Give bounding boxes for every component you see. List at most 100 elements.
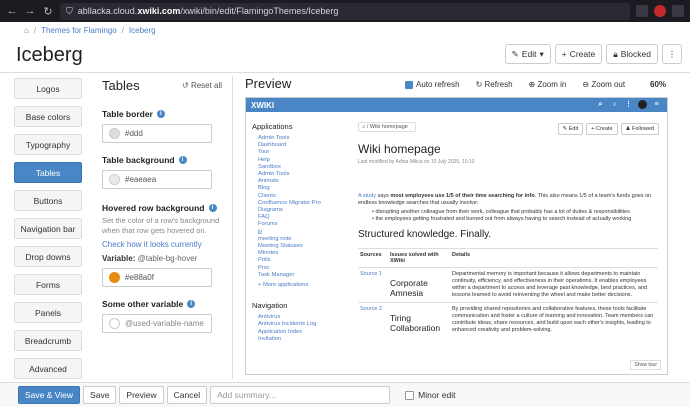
sidebar-item-navigation-bar[interactable]: Navigation bar: [14, 218, 82, 239]
menu-icon[interactable]: [672, 5, 684, 17]
app-item[interactable]: Dashboard: [252, 142, 348, 149]
wiki-followed-button[interactable]: ♟ Followed: [620, 123, 659, 135]
breadcrumb-page[interactable]: Iceberg: [129, 26, 156, 35]
create-button[interactable]: + Create: [554, 44, 603, 64]
app-item[interactable]: Forums: [252, 221, 348, 228]
check-link[interactable]: Check how it looks currently: [102, 240, 222, 249]
zoom-out-icon: ⊖: [582, 80, 590, 89]
app-item[interactable]: Task Manager: [252, 272, 348, 279]
info-icon[interactable]: i: [156, 110, 165, 118]
more-icon[interactable]: ⋮: [624, 100, 633, 109]
more-applications-link[interactable]: + More applications: [252, 282, 348, 289]
extension-icon[interactable]: [636, 5, 648, 17]
app-item[interactable]: Tour: [252, 149, 348, 156]
app-item[interactable]: Minotes: [252, 250, 348, 257]
reset-all-button[interactable]: ↺ Reset all: [182, 81, 222, 90]
info-icon[interactable]: i: [178, 156, 187, 164]
wiki-edit-button[interactable]: ✎ Edit: [557, 123, 584, 135]
edit-button[interactable]: ✎ Edit ▾: [504, 44, 551, 64]
sidebar-item-breadcrumb[interactable]: Breadcrumb: [14, 330, 82, 351]
app-item[interactable]: Confluence Migrator Pro: [252, 200, 348, 207]
color-swatch[interactable]: [109, 318, 120, 329]
save-view-button[interactable]: Save & View: [18, 386, 81, 404]
table-border-field[interactable]: #ddd: [102, 124, 212, 143]
sidebar-item-panels[interactable]: Panels: [14, 302, 82, 323]
back-icon[interactable]: ←: [6, 5, 18, 17]
app-item[interactable]: meeting note: [252, 236, 348, 243]
app-item[interactable]: Polls: [252, 257, 348, 264]
forward-icon[interactable]: →: [24, 5, 36, 17]
issue-cell: Tiring Collaboration: [390, 313, 441, 333]
wiki-breadcrumb[interactable]: ⌂ / Wiki homepage: [358, 122, 416, 132]
sidebar-item-drop-downs[interactable]: Drop downs: [14, 246, 82, 267]
checkbox-icon[interactable]: [405, 390, 415, 400]
auto-refresh-toggle[interactable]: Auto refresh: [405, 80, 460, 89]
home-icon[interactable]: ⌂: [24, 26, 29, 35]
refresh-icon: ↻: [475, 80, 483, 89]
minor-edit-toggle[interactable]: Minor edit: [405, 390, 455, 400]
info-icon[interactable]: i: [208, 204, 217, 212]
table-row: Source 1 Corporate Amnesia Departmental …: [358, 267, 658, 302]
sidebar-item-advanced[interactable]: Advanced: [14, 358, 82, 379]
menu-icon[interactable]: ≡: [652, 100, 661, 109]
table-bg-field[interactable]: #eaeaea: [102, 170, 212, 189]
nav-item[interactable]: Invitation: [252, 336, 348, 343]
study-link[interactable]: A study: [358, 193, 376, 199]
sidebar-item-typography[interactable]: Typography: [14, 134, 82, 155]
section-heading: Structured knowledge. Finally.: [358, 229, 492, 240]
color-swatch[interactable]: [109, 128, 120, 139]
source-link[interactable]: Source 2: [358, 303, 388, 337]
zoom-out-button[interactable]: ⊖ Zoom out: [582, 80, 625, 89]
sidebar-item-buttons[interactable]: Buttons: [14, 190, 82, 211]
app-item[interactable]: Diagrams: [252, 207, 348, 214]
other-variable-field[interactable]: @used-variable-name: [102, 314, 212, 333]
breadcrumb: ⌂ / Themes for Flamingo / Iceberg: [24, 25, 156, 35]
blocked-button[interactable]: 🔒︎ Blocked: [606, 44, 658, 64]
color-swatch[interactable]: [109, 272, 120, 283]
app-item[interactable]: Proc: [252, 265, 348, 272]
cancel-button[interactable]: Cancel: [166, 386, 208, 404]
sidebar-item-tables[interactable]: Tables: [14, 162, 82, 183]
summary-input[interactable]: Add summary...: [210, 386, 391, 404]
breadcrumb-section[interactable]: Themes for Flamingo: [41, 26, 117, 35]
hover-bg-field[interactable]: #e88a0f: [102, 268, 212, 287]
applications-panel: Applications Admin Tools Dashboard Tour Hel…: [252, 122, 348, 343]
app-item[interactable]: FAQ: [252, 214, 348, 221]
app-item[interactable]: Animals: [252, 178, 348, 185]
reload-icon[interactable]: ↻: [42, 5, 54, 18]
app-item[interactable]: jjj: [252, 229, 348, 236]
nav-item[interactable]: Application Index: [252, 329, 348, 336]
sidebar-item-forms[interactable]: Forms: [14, 274, 82, 295]
sidebar-item-logos[interactable]: Logos: [14, 78, 82, 99]
color-swatch[interactable]: [109, 174, 120, 185]
table-header: Details: [452, 252, 471, 258]
zoom-in-button[interactable]: ⊕ Zoom in: [529, 80, 567, 89]
sidebar: Logos Base colors Typography Tables Buttons N…: [14, 78, 82, 386]
show-tour-button[interactable]: Show tour: [630, 360, 661, 370]
source-link[interactable]: Source 1: [358, 268, 388, 302]
app-item[interactable]: Clients: [252, 193, 348, 200]
preview-button[interactable]: Preview: [119, 386, 164, 404]
bell-icon[interactable]: ♪: [610, 100, 619, 109]
nav-item[interactable]: Antivirus Incidents Log: [252, 321, 348, 328]
info-icon[interactable]: i: [187, 300, 196, 308]
search-icon[interactable]: ⌕: [596, 100, 605, 109]
url-bar[interactable]: ⛉ abllacka.cloud.xwiki.com/xwiki/bin/edi…: [60, 2, 630, 20]
app-item[interactable]: Admin Tools: [252, 135, 348, 142]
refresh-button[interactable]: ↻ Refresh: [476, 80, 513, 89]
xwiki-logo[interactable]: XWIKI: [251, 101, 274, 110]
nav-item[interactable]: Antivirus: [252, 314, 348, 321]
app-item[interactable]: Meeting Statuses: [252, 243, 348, 250]
app-item[interactable]: Blog: [252, 185, 348, 192]
avatar[interactable]: [638, 100, 647, 109]
save-button[interactable]: Save: [83, 386, 117, 404]
addon-icon[interactable]: [654, 5, 666, 17]
app-item[interactable]: Help: [252, 157, 348, 164]
app-item[interactable]: Admin Tools: [252, 171, 348, 178]
sidebar-item-base-colors[interactable]: Base colors: [14, 106, 82, 127]
app-item[interactable]: Sandbox: [252, 164, 348, 171]
wiki-create-button[interactable]: + Create: [586, 123, 618, 135]
more-actions-button[interactable]: ⋮: [662, 44, 682, 64]
checkbox-checked-icon: [405, 80, 413, 89]
shield-icon: ⛉: [66, 5, 73, 16]
